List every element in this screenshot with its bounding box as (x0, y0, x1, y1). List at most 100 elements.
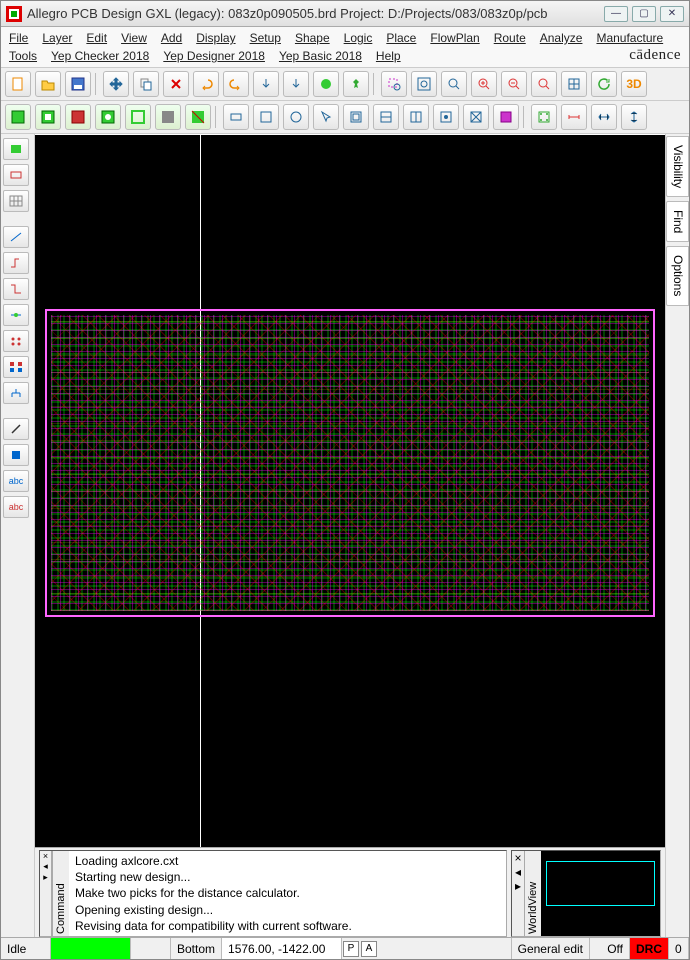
tab-options[interactable]: Options (666, 246, 689, 305)
menu-logic[interactable]: Logic (344, 29, 373, 47)
lt-via-icon[interactable] (3, 304, 29, 326)
close-button[interactable]: ✕ (660, 6, 684, 22)
tool-dim2-icon[interactable] (591, 104, 617, 130)
maximize-button[interactable]: ▢ (632, 6, 656, 22)
wv-close-icon[interactable]: × (512, 851, 524, 865)
statusbar: Idle Bottom 1576.00, -1422.00 P A Genera… (1, 937, 689, 959)
refresh-icon[interactable] (591, 71, 617, 97)
status-a-button[interactable]: A (361, 941, 377, 957)
menu-layer[interactable]: Layer (42, 29, 72, 47)
lt-abc-icon[interactable]: abc (3, 470, 29, 492)
save-icon[interactable] (65, 71, 91, 97)
menu-place[interactable]: Place (386, 29, 416, 47)
copy-icon[interactable] (133, 71, 159, 97)
shape3-icon[interactable] (65, 104, 91, 130)
tool-dim1-icon[interactable] (561, 104, 587, 130)
menu-setup[interactable]: Setup (250, 29, 281, 47)
menu-view[interactable]: View (121, 29, 147, 47)
status-mode[interactable]: General edit (512, 938, 590, 959)
tool-f-icon[interactable] (493, 104, 519, 130)
new-icon[interactable] (5, 71, 31, 97)
zoom-in-icon[interactable] (471, 71, 497, 97)
undo-icon[interactable] (193, 71, 219, 97)
tool-b-icon[interactable] (373, 104, 399, 130)
command-text[interactable]: Loading axlcore.cxt Starting new design.… (69, 851, 506, 936)
tool-rect2-icon[interactable] (253, 104, 279, 130)
menu-tools[interactable]: Tools (9, 47, 37, 65)
status-p-button[interactable]: P (343, 941, 359, 957)
zoom-fit-icon[interactable] (411, 71, 437, 97)
menu-yep-designer[interactable]: Yep Designer 2018 (163, 47, 265, 65)
zoom-center-icon[interactable] (561, 71, 587, 97)
tool-c-icon[interactable] (403, 104, 429, 130)
delete-icon[interactable] (163, 71, 189, 97)
lt-rect-icon[interactable] (3, 164, 29, 186)
cmd-left-icon[interactable]: ◂ (40, 861, 51, 872)
tab-visibility[interactable]: Visibility (666, 136, 689, 197)
wv-left-icon[interactable]: ◂ (512, 865, 524, 879)
flag-icon[interactable] (313, 71, 339, 97)
menu-route[interactable]: Route (494, 29, 526, 47)
lt-comp-icon[interactable] (3, 138, 29, 160)
menu-help[interactable]: Help (376, 47, 401, 65)
zoom-sel-icon[interactable] (441, 71, 467, 97)
shape2-icon[interactable] (35, 104, 61, 130)
command-panel-controls: × ◂ ▸ (40, 851, 52, 936)
zoom-out-icon[interactable] (501, 71, 527, 97)
minimize-button[interactable]: — (604, 6, 628, 22)
lt-slash-icon[interactable] (3, 418, 29, 440)
lt-tree-icon[interactable] (3, 382, 29, 404)
status-coord[interactable]: 1576.00, -1422.00 (222, 938, 342, 959)
app-icon (6, 6, 22, 22)
move-icon[interactable] (103, 71, 129, 97)
arrow-down2-icon[interactable] (283, 71, 309, 97)
menu-analyze[interactable]: Analyze (540, 29, 583, 47)
lt-route-icon[interactable] (3, 278, 29, 300)
tool-grid-icon[interactable] (531, 104, 557, 130)
worldview-mini[interactable] (541, 851, 660, 936)
shape6-icon[interactable] (155, 104, 181, 130)
tool-select-icon[interactable] (313, 104, 339, 130)
menu-yep-basic[interactable]: Yep Basic 2018 (279, 47, 362, 65)
menu-flowplan[interactable]: FlowPlan (430, 29, 479, 47)
lt-sq-icon[interactable] (3, 444, 29, 466)
cmd-right-icon[interactable]: ▸ (40, 872, 51, 883)
menu-file[interactable]: File (9, 29, 28, 47)
tool-a-icon[interactable] (343, 104, 369, 130)
menu-display[interactable]: Display (196, 29, 235, 47)
arrow-down-icon[interactable] (253, 71, 279, 97)
menu-manufacture[interactable]: Manufacture (596, 29, 663, 47)
pcb-canvas[interactable] (35, 134, 665, 847)
lt-line-icon[interactable] (3, 226, 29, 248)
status-drc-count: 0 (669, 938, 689, 959)
cmd-close-icon[interactable]: × (40, 851, 51, 861)
lt-abc2-icon[interactable]: abc (3, 496, 29, 518)
lt-conn-icon[interactable] (3, 252, 29, 274)
redo-icon[interactable] (223, 71, 249, 97)
open-icon[interactable] (35, 71, 61, 97)
lt-pattern-icon[interactable] (3, 330, 29, 352)
tool-rect-icon[interactable] (223, 104, 249, 130)
status-drc[interactable]: DRC (630, 938, 669, 959)
shape5-icon[interactable] (125, 104, 151, 130)
menu-shape[interactable]: Shape (295, 29, 330, 47)
menu-edit[interactable]: Edit (86, 29, 107, 47)
tab-find[interactable]: Find (666, 201, 689, 242)
lt-grid-icon[interactable] (3, 190, 29, 212)
shape7-icon[interactable] (185, 104, 211, 130)
tool-dim3-icon[interactable] (621, 104, 647, 130)
shape4-icon[interactable] (95, 104, 121, 130)
tool-circle-icon[interactable] (283, 104, 309, 130)
menu-yep-checker[interactable]: Yep Checker 2018 (51, 47, 149, 65)
status-layer[interactable]: Bottom (171, 938, 222, 959)
wv-right-icon[interactable]: ▸ (512, 879, 524, 893)
pin-icon[interactable] (343, 71, 369, 97)
tool-e-icon[interactable] (463, 104, 489, 130)
menu-add[interactable]: Add (161, 29, 182, 47)
zoom-prev-icon[interactable] (531, 71, 557, 97)
tool-d-icon[interactable] (433, 104, 459, 130)
lt-array-icon[interactable] (3, 356, 29, 378)
shape1-icon[interactable] (5, 104, 31, 130)
3d-icon[interactable]: 3D (621, 71, 647, 97)
zoom-window-icon[interactable] (381, 71, 407, 97)
